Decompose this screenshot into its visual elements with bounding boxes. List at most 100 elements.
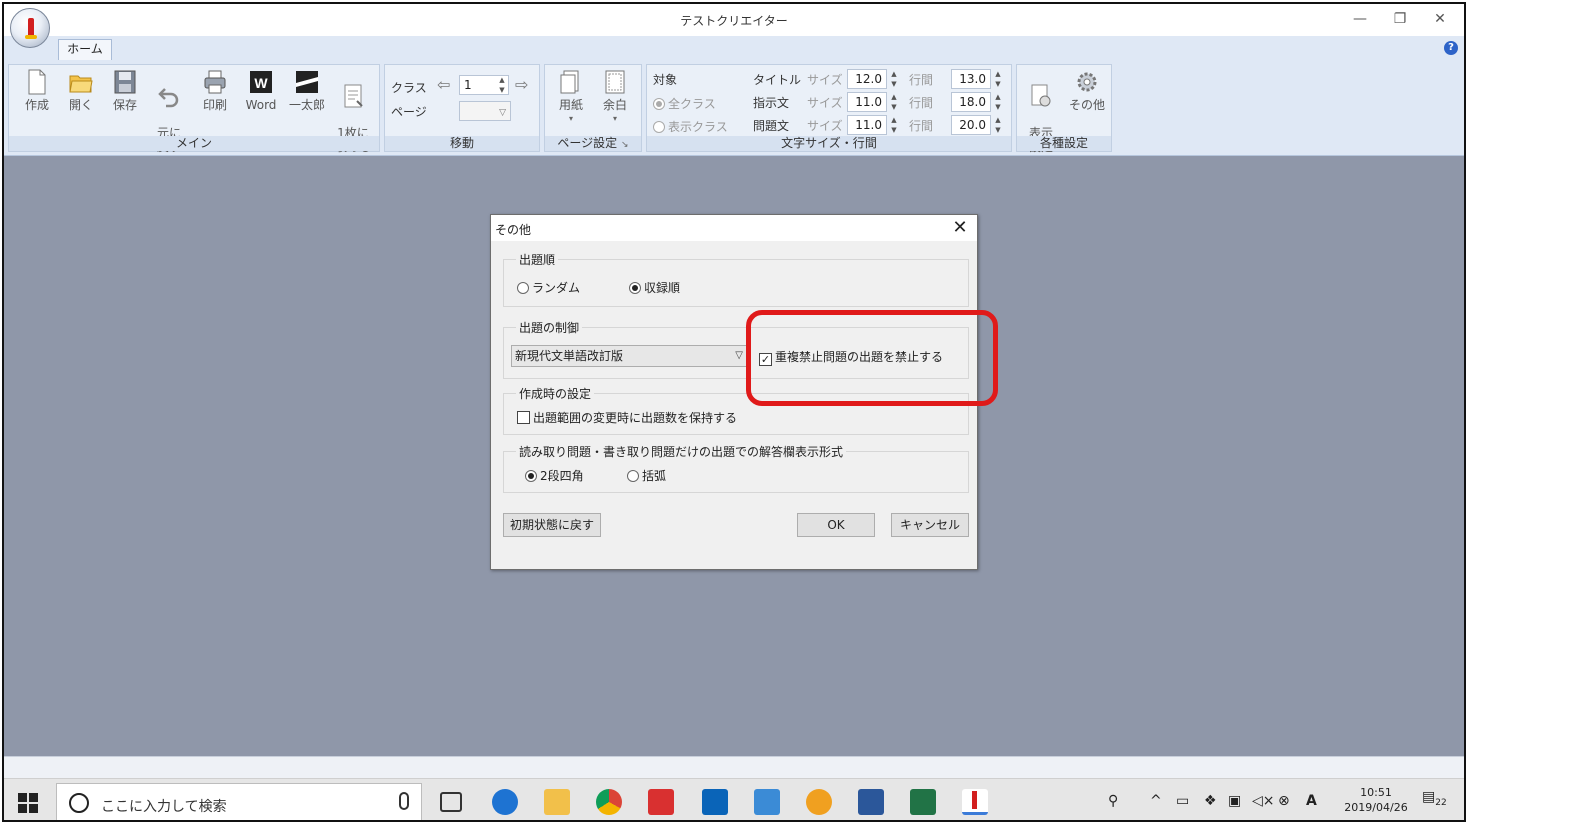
dropbox-icon[interactable]: ❖ — [1204, 793, 1217, 809]
test-creator-taskbar-icon[interactable] — [962, 789, 988, 815]
create-legend: 作成時の設定 — [516, 385, 595, 402]
all-class-label: 全クラス — [668, 97, 716, 111]
cancel-button[interactable]: キャンセル — [891, 513, 969, 537]
class-label: クラス — [391, 81, 427, 95]
open-button[interactable]: 開く — [59, 69, 103, 112]
volume-muted-icon[interactable]: ◁× — [1252, 793, 1275, 809]
keep-count-checkbox[interactable]: 出題範囲の変更時に出題数を保持する — [517, 409, 737, 426]
create-label: 作成 — [24, 98, 49, 112]
edge-icon[interactable] — [492, 789, 518, 815]
svg-text:W: W — [254, 75, 268, 91]
double-box-label: 2段四角 — [540, 469, 584, 483]
printer-icon — [204, 70, 226, 94]
question-size-input[interactable]: 11.0 — [847, 115, 887, 135]
instruction-size-spinner[interactable]: ▲ ▼ — [889, 92, 899, 112]
adobe-icon[interactable]: A — [1306, 793, 1317, 809]
control-legend: 出題の制御 — [516, 319, 583, 336]
file-explorer-icon[interactable] — [544, 789, 570, 815]
outlook-icon[interactable] — [702, 789, 728, 815]
taskbar-search-box[interactable]: ここに入力して検索 — [56, 783, 422, 820]
page-dropdown-icon: ▽ — [499, 108, 506, 118]
ichitaro-export-button[interactable]: 一太郎 — [285, 69, 329, 112]
title-size-input[interactable]: 12.0 — [847, 69, 887, 89]
radio-random[interactable]: ランダム — [517, 279, 580, 296]
radio-double-box[interactable]: 2段四角 — [525, 467, 584, 484]
restore-button[interactable]: ❐ — [1380, 8, 1420, 30]
reset-button[interactable]: 初期状態に戻す — [503, 513, 601, 537]
main-group-label: メイン — [9, 136, 379, 151]
textbook-combobox-value: 新現代文単語改訂版 — [515, 349, 624, 363]
word-label: Word — [245, 98, 277, 112]
cortana-icon — [69, 793, 89, 813]
tray-chevron-up-icon[interactable]: ^ — [1150, 793, 1162, 809]
app-logo-icon[interactable] — [10, 8, 50, 48]
instruction-gap-input[interactable]: 18.0 — [951, 92, 991, 112]
workspace-area: その他 ✕ 出題順 ランダム 収録順 出題の制御 新現代文単語改訂版 ▽ ✓ 重複禁… — [4, 156, 1464, 756]
title-gap-spinner[interactable]: ▲ ▼ — [993, 69, 1003, 89]
people-icon[interactable]: ⚲ — [1108, 793, 1118, 809]
ok-button[interactable]: OK — [797, 513, 875, 537]
taskbar-search-placeholder: ここに入力して検索 — [101, 799, 227, 815]
minimize-button[interactable]: — — [1340, 8, 1380, 30]
radio-shown-class[interactable]: 表示クラス — [653, 118, 728, 135]
dialog-close-icon[interactable]: ✕ — [949, 217, 971, 238]
red-app-icon[interactable] — [648, 789, 674, 815]
paper-label: 用紙 — [558, 98, 583, 112]
question-size-spinner[interactable]: ▲ ▼ — [889, 115, 899, 135]
network-icon[interactable]: ▣ — [1228, 793, 1241, 809]
textbook-combobox[interactable]: 新現代文単語改訂版 ▽ — [511, 345, 747, 367]
notification-count: 22 — [1435, 797, 1447, 808]
title-gap-input[interactable]: 13.0 — [951, 69, 991, 89]
shown-class-label: 表示クラス — [668, 120, 728, 134]
new-document-icon — [28, 69, 46, 95]
prev-arrow-icon[interactable]: ⇦ — [437, 75, 450, 94]
print-button[interactable]: 印刷 — [193, 69, 237, 112]
class-spinner[interactable]: ▲ ▼ — [497, 75, 507, 95]
task-view-icon[interactable] — [440, 792, 462, 812]
display-settings-icon — [1031, 84, 1051, 107]
page-select[interactable]: ▽ — [459, 101, 511, 121]
settings-group-label: 各種設定 — [1017, 136, 1111, 151]
orange-app-icon[interactable] — [806, 789, 832, 815]
radio-recorded[interactable]: 収録順 — [629, 279, 680, 296]
instruction-size-input[interactable]: 11.0 — [847, 92, 887, 112]
next-arrow-icon[interactable]: ⇨ — [515, 75, 528, 94]
title-row-label: タイトル — [753, 73, 802, 87]
move-group-label: 移動 — [385, 136, 539, 151]
question-gap-spinner[interactable]: ▲ ▼ — [993, 115, 1003, 135]
create-button[interactable]: 作成 — [15, 69, 59, 112]
error-icon[interactable]: ⊗ — [1278, 793, 1290, 809]
ribbon-tab-row: ホーム ? — [4, 36, 1464, 60]
radio-parentheses-circle — [627, 470, 639, 482]
chrome-icon[interactable] — [596, 789, 622, 815]
windows-start-icon[interactable] — [18, 793, 38, 813]
word-taskbar-icon[interactable] — [858, 789, 884, 815]
paper-button[interactable]: 用紙 ▾ — [549, 69, 593, 126]
tab-home[interactable]: ホーム — [58, 39, 112, 60]
radio-all-class[interactable]: 全クラス — [653, 95, 716, 112]
question-gap-input[interactable]: 20.0 — [951, 115, 991, 135]
close-window-button[interactable]: ✕ — [1420, 8, 1460, 30]
margin-button[interactable]: 余白 ▾ — [593, 69, 637, 126]
monitor-app-icon[interactable] — [754, 789, 780, 815]
help-icon[interactable]: ? — [1444, 41, 1458, 55]
save-label: 保存 — [112, 98, 137, 112]
microphone-icon[interactable] — [399, 792, 409, 810]
dialog-title: その他 — [495, 223, 532, 237]
notification-center-icon[interactable]: ▤22 — [1422, 789, 1447, 808]
title-bar: テストクリエイター — ❐ ✕ — [4, 4, 1464, 36]
paper-icon — [560, 70, 579, 94]
radio-recorded-circle — [629, 282, 641, 294]
title-size-label: サイズ — [807, 73, 843, 87]
tray-clock[interactable]: 10:51 2019/04/26 — [1340, 785, 1412, 815]
other-settings-button[interactable]: その他 — [1065, 69, 1109, 112]
keep-count-label: 出題範囲の変更時に出題数を保持する — [533, 411, 738, 425]
dialog-launcher-icon[interactable]: ↘ — [621, 140, 629, 150]
radio-parentheses[interactable]: 括弧 — [627, 467, 666, 484]
title-size-spinner[interactable]: ▲ ▼ — [889, 69, 899, 89]
instruction-gap-spinner[interactable]: ▲ ▼ — [993, 92, 1003, 112]
excel-taskbar-icon[interactable] — [910, 789, 936, 815]
save-button[interactable]: 保存 — [103, 69, 147, 112]
battery-icon[interactable]: ▭ — [1176, 793, 1189, 809]
word-export-button[interactable]: W Word — [239, 69, 283, 112]
